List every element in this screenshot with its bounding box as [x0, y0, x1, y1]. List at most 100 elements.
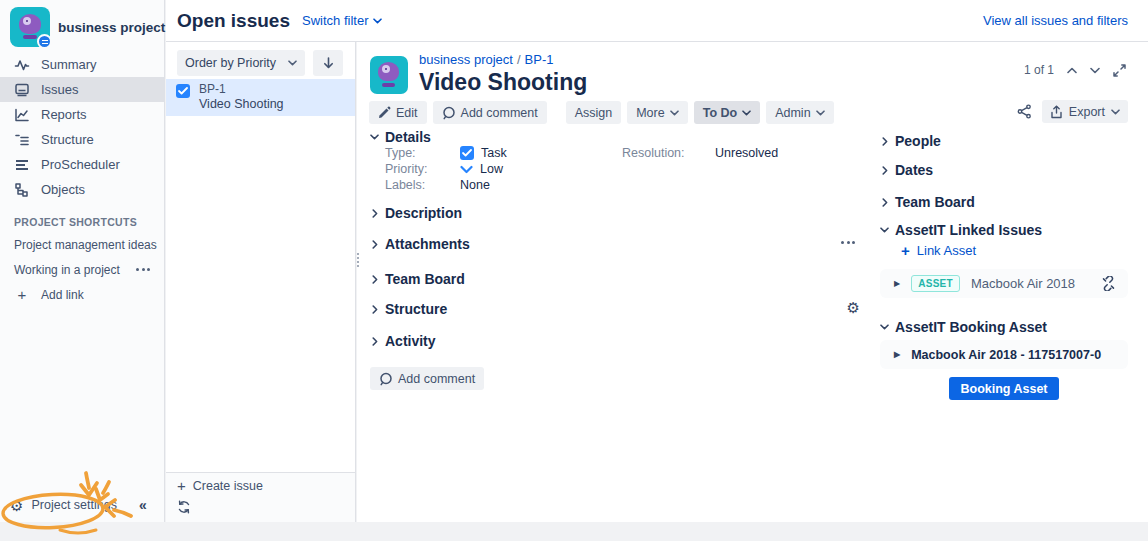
resolution-value: Unresolved	[715, 145, 850, 161]
project-header[interactable]: business project	[0, 0, 164, 50]
proscheduler-icon	[14, 157, 30, 173]
reports-icon	[14, 107, 30, 123]
booking-asset-button[interactable]: Booking Asset	[949, 377, 1058, 400]
edit-button[interactable]: Edit	[369, 101, 427, 124]
issue-summary: Video Shooting	[199, 97, 284, 111]
more-options-icon[interactable]	[136, 268, 154, 271]
breadcrumb-project-link[interactable]: business project	[419, 52, 513, 67]
previous-issue-button[interactable]	[1067, 67, 1077, 74]
chevron-right-icon	[370, 337, 379, 346]
chevron-right-icon	[370, 209, 379, 218]
project-name: business project	[58, 20, 165, 35]
labels-label: Labels:	[385, 177, 460, 193]
resolution-label: Resolution:	[622, 145, 715, 161]
chevron-down-icon	[742, 110, 751, 116]
chevron-right-icon	[370, 275, 379, 284]
issue-list-item[interactable]: BP-1 Video Shooting	[166, 79, 355, 116]
chevron-right-icon	[370, 240, 379, 249]
shortcut-project-management-ideas[interactable]: Project management ideas	[0, 232, 164, 257]
create-issue-button[interactable]: + Create issue	[166, 473, 355, 495]
export-button[interactable]: Export	[1042, 100, 1128, 123]
assign-button[interactable]: Assign	[566, 101, 622, 124]
sidebar-item-summary[interactable]: Summary	[0, 52, 164, 77]
breadcrumb-issue-link[interactable]: BP-1	[525, 52, 554, 67]
add-comment-footer-button[interactable]: Add comment	[370, 367, 484, 390]
linked-asset-row[interactable]: ▶ ASSET Macbook Air 2018	[880, 269, 1128, 298]
comment-icon	[379, 372, 393, 386]
section-structure[interactable]: Structure	[370, 301, 850, 317]
priority-label: Priority:	[385, 161, 460, 177]
next-issue-button[interactable]	[1090, 67, 1100, 74]
expand-triangle-icon[interactable]: ▶	[894, 279, 900, 288]
attachments-more-options-icon[interactable]	[841, 241, 855, 244]
plus-icon: +	[14, 286, 30, 303]
asset-name: Macbook Air 2018	[971, 276, 1075, 291]
chevron-down-icon	[816, 110, 825, 116]
structure-icon	[14, 132, 30, 148]
section-activity[interactable]: Activity	[370, 333, 850, 349]
chevron-right-icon	[880, 166, 889, 175]
refresh-icon	[177, 500, 191, 514]
panel-drag-handle[interactable]	[357, 253, 359, 267]
task-type-icon	[460, 146, 474, 160]
admin-button[interactable]: Admin	[766, 101, 833, 124]
refresh-button[interactable]	[166, 495, 355, 518]
chevron-down-icon	[373, 18, 382, 24]
section-assetit-linked-issues[interactable]: AssetIT Linked Issues	[880, 222, 1128, 238]
objects-icon	[14, 182, 30, 198]
sidebar-item-reports[interactable]: Reports	[0, 102, 164, 127]
type-value: Task	[460, 145, 622, 161]
sidebar-item-objects[interactable]: Objects	[0, 177, 164, 202]
issue-checkbox[interactable]	[176, 84, 190, 98]
arrow-down-icon	[323, 57, 334, 69]
share-icon[interactable]	[1017, 104, 1032, 119]
shortcut-working-in-a-project[interactable]: Working in a project	[0, 257, 164, 282]
link-asset-button[interactable]: + Link Asset	[901, 242, 1128, 258]
section-details[interactable]: Details	[370, 129, 850, 145]
chevron-down-icon	[288, 60, 297, 66]
switch-filter-button[interactable]: Switch filter	[302, 13, 382, 28]
chevron-down-icon	[880, 324, 889, 330]
section-team-board-right[interactable]: Team Board	[880, 194, 1128, 210]
section-assetit-booking[interactable]: AssetIT Booking Asset	[880, 319, 1128, 335]
booking-asset-row[interactable]: ▶ Macbook Air 2018 - 117517007-0	[880, 340, 1128, 369]
add-link-button[interactable]: + Add link	[0, 282, 164, 307]
view-all-issues-link[interactable]: View all issues and filters	[983, 13, 1128, 28]
plus-icon: +	[177, 477, 186, 494]
section-dates[interactable]: Dates	[880, 162, 1128, 178]
gear-icon: ⚙	[10, 498, 23, 513]
issue-type-avatar	[370, 56, 408, 94]
issue-title: Video Shooting	[419, 69, 587, 95]
issue-key: BP-1	[199, 83, 284, 96]
more-button[interactable]: More	[627, 101, 687, 124]
issues-icon	[14, 82, 30, 98]
section-people[interactable]: People	[880, 133, 1128, 149]
chevron-right-icon	[880, 198, 889, 207]
section-team-board[interactable]: Team Board	[370, 271, 850, 287]
pencil-icon	[378, 106, 391, 119]
sidebar-item-structure[interactable]: Structure	[0, 127, 164, 152]
status-button[interactable]: To Do	[694, 101, 760, 124]
plus-icon: +	[901, 242, 910, 259]
structure-settings-gear-icon[interactable]: ⚙	[847, 300, 860, 315]
issue-list-panel: Order by Priority BP-1 Video Shooting + …	[166, 42, 356, 522]
add-comment-button[interactable]: Add comment	[433, 101, 547, 124]
sidebar-item-proscheduler[interactable]: ProScheduler	[0, 152, 164, 177]
chevron-right-icon	[880, 137, 889, 146]
project-sidebar: business project Summary Issues Reports …	[0, 0, 165, 522]
jira-app: business project Summary Issues Reports …	[0, 0, 1148, 541]
section-attachments[interactable]: Attachments	[370, 236, 850, 252]
collapse-sidebar-button[interactable]: «	[139, 497, 146, 513]
expand-triangle-icon[interactable]: ▶	[894, 350, 900, 359]
chevron-down-icon	[880, 227, 889, 233]
labels-value: None	[460, 177, 622, 193]
unlink-icon[interactable]	[1101, 276, 1116, 291]
page-title: Open issues	[177, 10, 290, 32]
breadcrumb: business project/BP-1	[419, 53, 587, 67]
expand-icon[interactable]	[1113, 64, 1126, 77]
issue-detail-panel: 1 of 1 Export business project/BP-1 Vide…	[357, 42, 1148, 522]
sidebar-item-issues[interactable]: Issues	[0, 77, 164, 102]
section-description[interactable]: Description	[370, 205, 850, 221]
order-by-dropdown[interactable]: Order by Priority	[177, 50, 305, 76]
sort-direction-button[interactable]	[313, 50, 343, 76]
